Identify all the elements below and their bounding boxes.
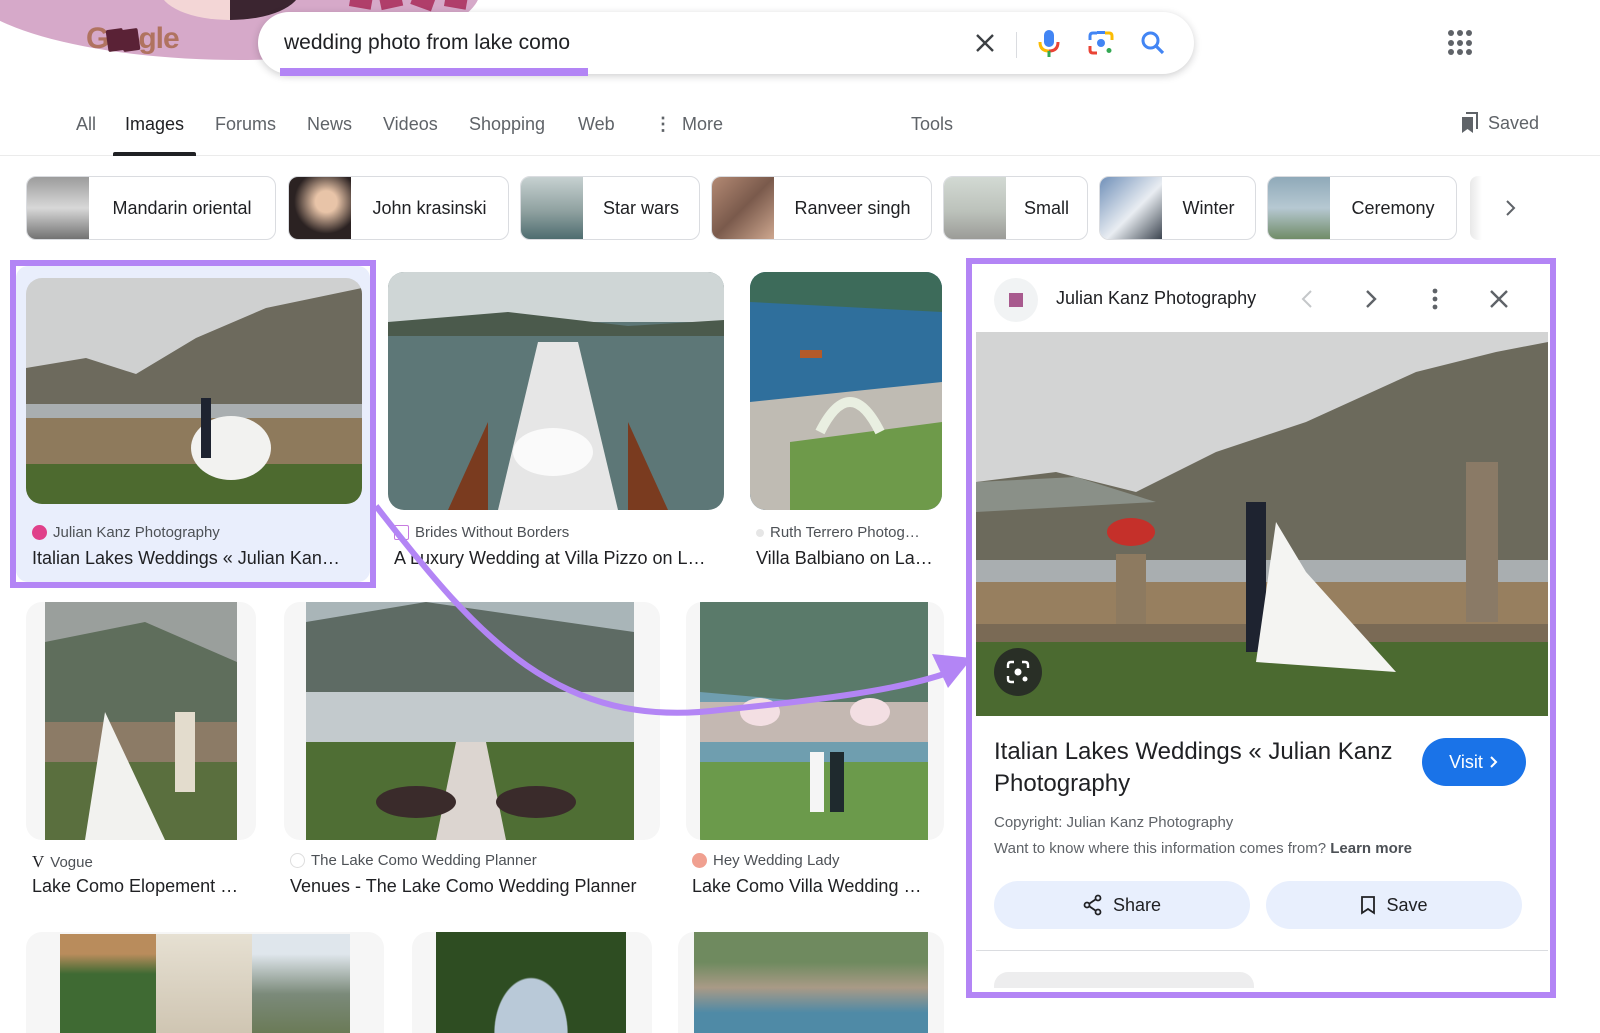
search-box <box>258 12 1194 74</box>
chip-label: Winter <box>1182 197 1235 218</box>
search-tabs: All Images Forums News Videos Shopping W… <box>0 100 1600 156</box>
chip-star-wars[interactable]: Star wars <box>520 176 700 240</box>
result-image <box>436 932 626 1033</box>
tab-images[interactable]: Images <box>112 114 197 156</box>
search-by-image-button[interactable] <box>1086 28 1116 58</box>
chip-label: John krasinski <box>372 197 487 218</box>
chip-thumbnail <box>944 177 1006 239</box>
chip-thumbnail <box>289 177 351 239</box>
chip-ceremony[interactable]: Ceremony <box>1267 176 1457 240</box>
result-source: Ruth Terrero Photog… <box>756 524 920 541</box>
tab-more[interactable]: ⋮ More <box>654 114 723 156</box>
result-image <box>388 272 724 510</box>
bookmarks-icon <box>1462 112 1478 133</box>
result-title[interactable]: A Luxury Wedding at Villa Pizzo on L… <box>394 548 724 569</box>
tab-web[interactable]: Web <box>578 114 615 156</box>
result-title[interactable]: Villa Balbiano on La… <box>756 548 944 569</box>
related-search-chips: Mandarin oriental John krasinski Star wa… <box>0 176 1600 240</box>
chevron-right-icon <box>1506 200 1516 216</box>
voice-search-button[interactable] <box>1034 28 1064 58</box>
vogue-favicon-icon: V <box>32 852 45 871</box>
google-logo[interactable]: Ggle <box>86 22 180 56</box>
chip-thumbnail <box>1268 177 1330 239</box>
annotation-highlight-box <box>966 258 1556 998</box>
tab-all[interactable]: All <box>76 114 96 156</box>
search-divider <box>1016 32 1017 58</box>
chip-winter[interactable]: Winter <box>1099 176 1256 240</box>
chip-label: Ceremony <box>1351 197 1435 218</box>
search-button[interactable] <box>1138 28 1168 58</box>
chip-label: Ranveer singh <box>794 197 911 218</box>
result-title[interactable]: Lake Como Villa Wedding … <box>692 876 942 897</box>
image-result[interactable]: Hey Wedding Lady Lake Como Villa Wedding… <box>686 602 944 902</box>
site-favicon-icon <box>756 528 764 537</box>
result-image <box>156 934 252 1033</box>
source-name: Hey Wedding Lady <box>713 852 840 869</box>
result-title[interactable]: Lake Como Elopement … <box>32 876 258 897</box>
search-input[interactable] <box>284 28 924 58</box>
result-image <box>26 602 256 840</box>
image-result[interactable] <box>678 932 944 1033</box>
tab-videos[interactable]: Videos <box>383 114 438 156</box>
chip-small[interactable]: Small <box>943 176 1088 240</box>
more-vert-icon: ⋮ <box>654 114 672 134</box>
site-favicon-icon <box>290 853 305 868</box>
annotation-underline <box>280 68 588 76</box>
result-title[interactable]: Venues - The Lake Como Wedding Planner <box>290 876 660 897</box>
tab-more-label: More <box>682 114 724 134</box>
clear-search-button[interactable] <box>970 28 1000 58</box>
chip-label: Star wars <box>602 197 680 218</box>
google-lens-icon <box>1088 31 1114 55</box>
chip-thumbnail <box>521 177 583 239</box>
apps-grid-icon[interactable] <box>1448 30 1474 56</box>
chip-mandarin-oriental[interactable]: Mandarin oriental <box>26 176 276 240</box>
result-image <box>60 934 156 1033</box>
source-name: Ruth Terrero Photog… <box>770 524 920 541</box>
chips-next-button[interactable] <box>1494 192 1526 224</box>
site-favicon-icon <box>394 525 409 540</box>
site-favicon-icon <box>692 853 707 868</box>
tab-shopping[interactable]: Shopping <box>469 114 545 156</box>
image-result[interactable] <box>26 932 384 1033</box>
source-name: Brides Without Borders <box>415 524 570 541</box>
source-name: Vogue <box>50 853 93 871</box>
result-source: Brides Without Borders <box>394 524 569 541</box>
result-image <box>750 272 942 510</box>
result-image <box>252 934 350 1033</box>
source-name: The Lake Como Wedding Planner <box>311 852 537 869</box>
chip-overflow <box>1470 176 1482 240</box>
result-image <box>686 602 944 840</box>
saved-label: Saved <box>1488 112 1540 133</box>
result-source: Hey Wedding Lady <box>692 852 839 869</box>
chip-label: Mandarin oriental <box>112 197 252 218</box>
tools-button[interactable]: Tools <box>911 114 953 156</box>
result-image <box>284 602 660 840</box>
saved-button[interactable]: Saved <box>1460 112 1539 134</box>
microphone-icon <box>1038 30 1060 57</box>
result-image <box>694 932 928 1033</box>
image-result[interactable]: Brides Without Borders A Luxury Wedding … <box>388 272 724 572</box>
result-source: V Vogue <box>32 852 93 872</box>
chip-label: Small <box>1023 197 1069 218</box>
chip-john-krasinski[interactable]: John krasinski <box>288 176 509 240</box>
chip-thumbnail <box>27 177 89 239</box>
search-icon <box>1141 31 1165 55</box>
image-result[interactable]: V Vogue Lake Como Elopement … <box>26 602 256 902</box>
chip-thumbnail <box>712 177 774 239</box>
tab-forums[interactable]: Forums <box>215 114 276 156</box>
chip-thumbnail <box>1100 177 1162 239</box>
result-source: The Lake Como Wedding Planner <box>290 852 537 869</box>
annotation-highlight-box <box>10 260 376 588</box>
image-result[interactable] <box>412 932 652 1033</box>
chip-ranveer-singh[interactable]: Ranveer singh <box>711 176 932 240</box>
image-result[interactable]: The Lake Como Wedding Planner Venues - T… <box>284 602 660 902</box>
image-result[interactable]: Ruth Terrero Photog… Villa Balbiano on L… <box>750 272 944 572</box>
tab-news[interactable]: News <box>307 114 352 156</box>
clear-icon <box>976 34 994 52</box>
